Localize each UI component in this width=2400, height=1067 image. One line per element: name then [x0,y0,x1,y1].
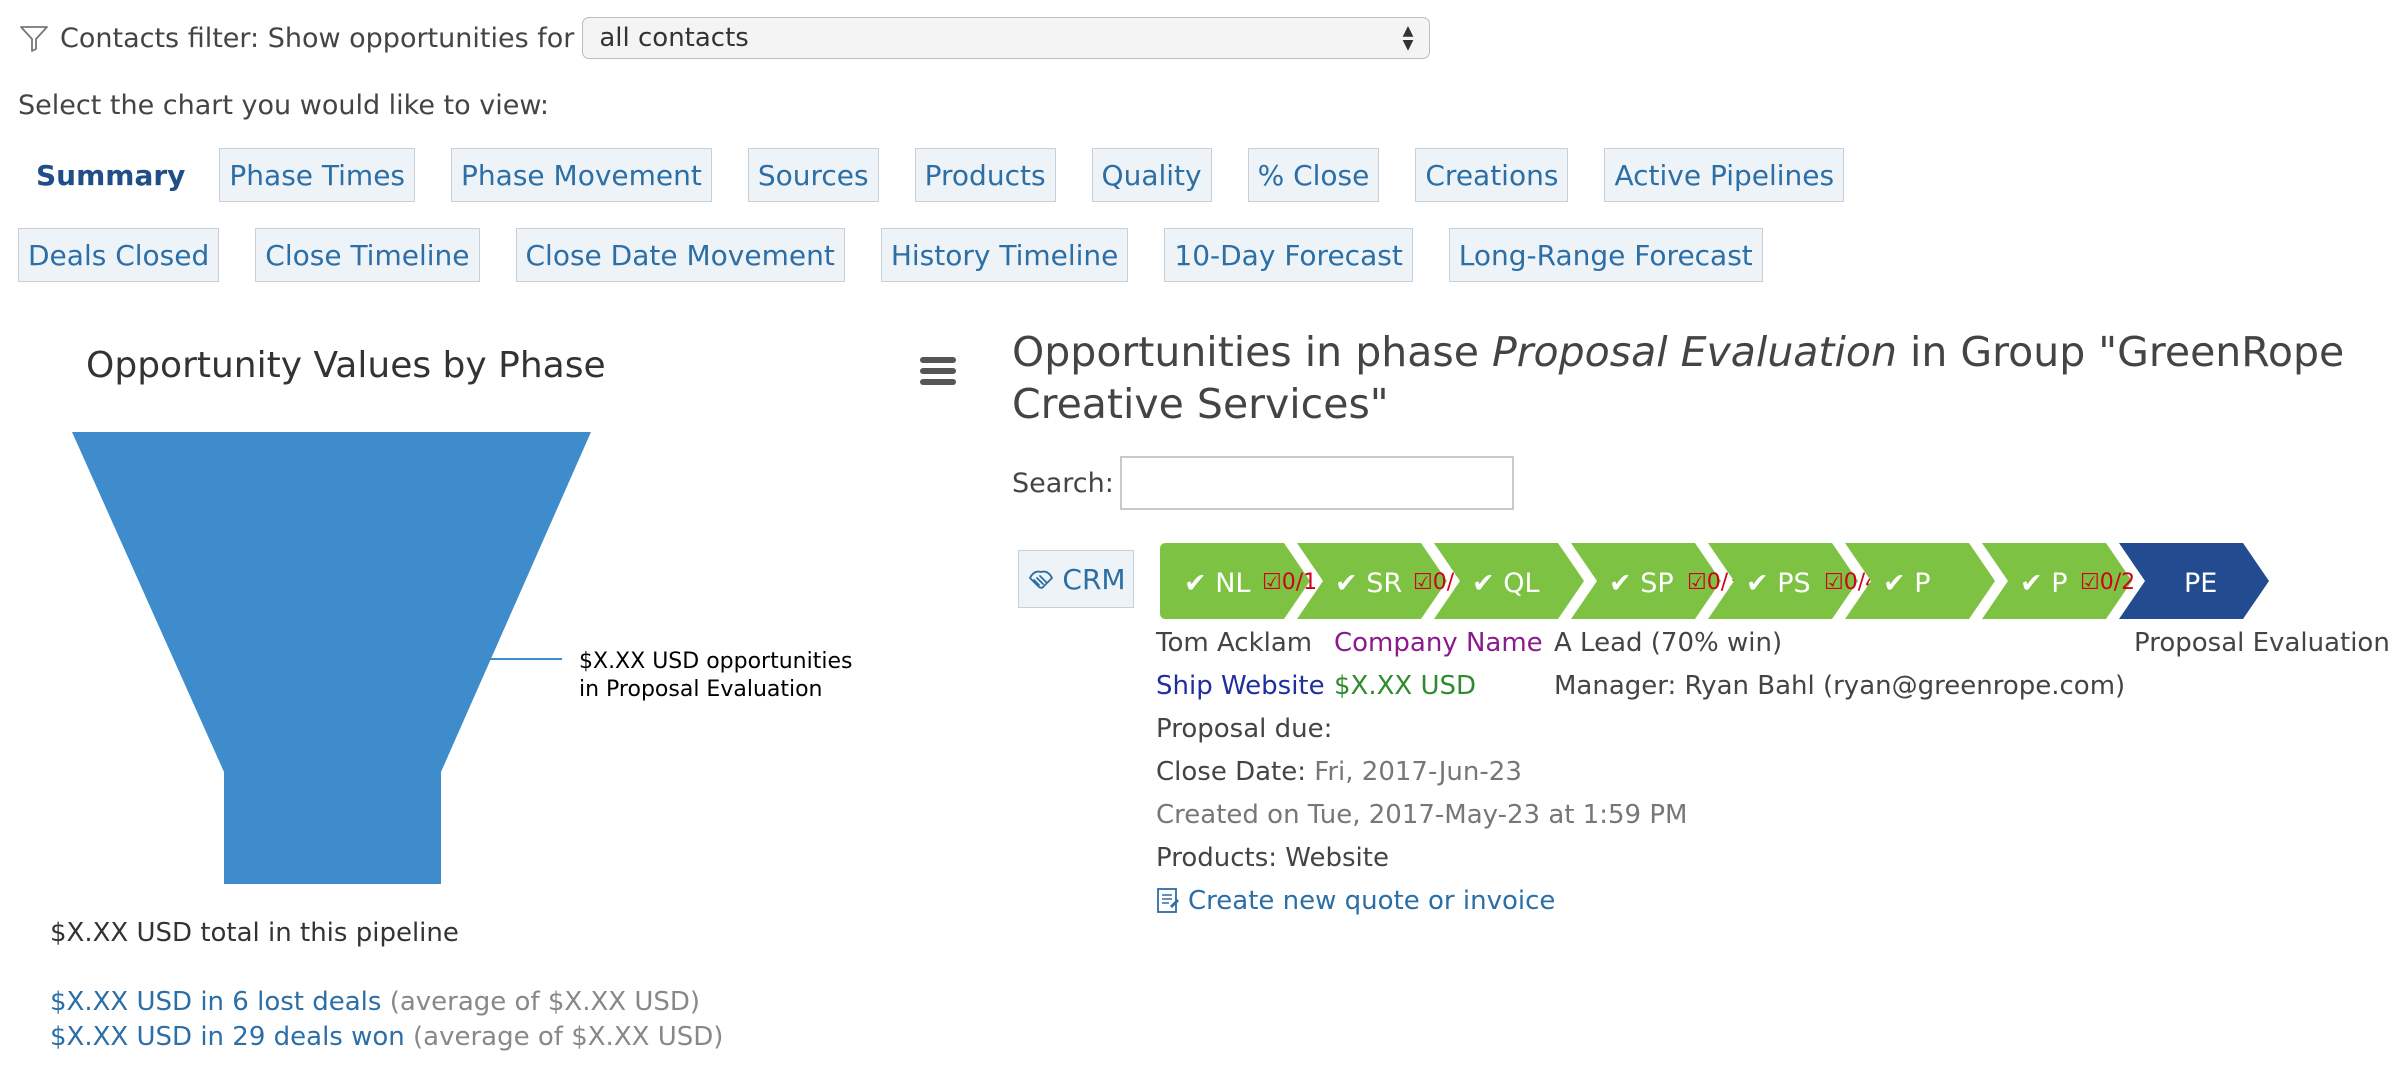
won-deals-link[interactable]: $X.XX USD in 29 deals won [50,1022,405,1052]
search-input[interactable] [1119,456,1514,510]
phase-chevron-8[interactable]: PE [2119,543,2269,619]
tab-active-pipelines[interactable]: Active Pipelines [1604,148,1845,202]
phase-chevron-7[interactable]: ✔ P ☑0/2 [1982,543,2135,619]
phase-abbr-label: ✔ PS [1746,568,1811,599]
tab-deals-closed[interactable]: Deals Closed [18,228,220,282]
company-name-link[interactable]: Company Name [1334,628,1543,658]
tab-sources[interactable]: Sources [747,148,879,202]
phase-abbr-label: ✔ QL [1472,568,1540,599]
tab-summary[interactable]: Summary [18,148,203,202]
tab-10-day-forecast[interactable]: 10-Day Forecast [1164,228,1413,282]
contact-name-link[interactable]: Tom Acklam [1156,628,1312,658]
lost-deals-link[interactable]: $X.XX USD in 6 lost deals [50,987,381,1017]
filter-icon [20,26,48,52]
chart-tabs-row-1: Summary Phase Times Phase Movement Sourc… [18,148,1880,202]
tab-long-range-forecast[interactable]: Long-Range Forecast [1448,228,1763,282]
close-date-label: Close Date: [1156,757,1315,787]
crm-button-label: CRM [1062,562,1126,596]
lost-deals-average: (average of $X.XX USD) [381,987,701,1017]
tab-history-timeline[interactable]: History Timeline [880,228,1129,282]
contacts-filter-label: Contacts filter: Show opportunities for [60,22,575,54]
funnel-label-line-1: $X.XX USD opportunities [579,649,853,674]
create-quote-row: Create new quote or invoice [1156,886,1555,916]
contacts-filter-select[interactable]: all contacts ▲ ▼ [582,17,1431,59]
lost-deals-line: $X.XX USD in 6 lost deals (average of $X… [50,987,700,1017]
lead-rating-text: A Lead (70% win) [1554,628,1783,658]
tab-phase-times[interactable]: Phase Times [219,148,416,202]
select-arrows-icon: ▲ ▼ [1402,23,1414,53]
handshake-icon [1029,570,1054,589]
tab-close-date-movement[interactable]: Close Date Movement [515,228,845,282]
tab-creations[interactable]: Creations [1415,148,1569,202]
phase-abbr-label: ✔ P [2020,568,2068,599]
proposal-due-text: Proposal due: [1156,714,1333,744]
phase-abbr-label: ✔ NL [1184,568,1250,599]
phase-abbr-label: ✔ SR [1335,568,1402,599]
tab-quality[interactable]: Quality [1091,148,1212,202]
heading-phase-name: Proposal Evaluation [1491,328,1897,376]
close-date-line: Close Date: Fri, 2017-Jun-23 [1156,757,1522,787]
search-label: Search: [1012,467,1114,499]
chart-menu-icon[interactable] [920,357,956,387]
phase-abbr-label: ✔ SP [1609,568,1674,599]
tab-close-timeline[interactable]: Close Timeline [255,228,480,282]
opportunities-heading: Opportunities in phase Proposal Evaluati… [1012,326,2392,430]
manager-text: Manager: Ryan Bahl (ryan@greenrope.com) [1554,671,2126,701]
opportunity-value: $X.XX USD [1334,671,1477,701]
search-row: Search: [1012,456,1514,510]
phase-progress-bar: ✔ NL ☑0/1 ✔ SR ☑0/2 ✔ QL ✔ SP ☑0/3 ✔ PS ☑0/4 ✔ P ✔… [1160,543,2269,619]
heading-prefix: Opportunities in phase [1012,328,1492,376]
tab-percent-close[interactable]: % Close [1247,148,1380,202]
close-date-value: Fri, 2017-Jun-23 [1314,757,1522,787]
phase-abbr-label: ✔ P [1883,568,1931,599]
created-on-text: Created on Tue, 2017-May-23 at 1:59 PM [1156,800,1688,830]
current-phase-label: Proposal Evaluation [2134,628,2390,658]
chart-select-prompt: Select the chart you would like to view: [18,90,550,121]
crm-button[interactable]: CRM [1018,550,1134,608]
won-deals-line: $X.XX USD in 29 deals won (average of $X… [50,1022,723,1052]
won-deals-average: (average of $X.XX USD) [404,1022,724,1052]
phase-chevron-1[interactable]: ✔ NL ☑0/1 [1160,543,1317,619]
phase-abbr-label: PE [2184,568,2217,599]
chart-tabs-row-2: Deals Closed Close Timeline Close Date M… [18,228,1799,282]
contacts-filter-row: Contacts filter: Show opportunities for … [18,14,1431,62]
funnel-chart-title: Opportunity Values by Phase [86,345,606,386]
products-text: Products: Website [1156,843,1389,873]
funnel-label-line-2: in Proposal Evaluation [579,677,823,702]
tab-products[interactable]: Products [914,148,1056,202]
contacts-filter-selected-value: all contacts [599,23,749,53]
opportunity-name-link[interactable]: Ship Website [1156,671,1325,701]
tab-phase-movement[interactable]: Phase Movement [451,148,712,202]
document-icon [1157,888,1179,913]
create-quote-link[interactable]: Create new quote or invoice [1188,886,1555,916]
phase-checklist-count: ☑0/2 [2080,570,2135,595]
pipeline-total-text: $X.XX USD total in this pipeline [50,918,459,948]
phase-checklist-count: ☑0/1 [1262,570,1317,595]
funnel-data-label: $X.XX USD opportunities in Proposal Eval… [579,648,852,704]
